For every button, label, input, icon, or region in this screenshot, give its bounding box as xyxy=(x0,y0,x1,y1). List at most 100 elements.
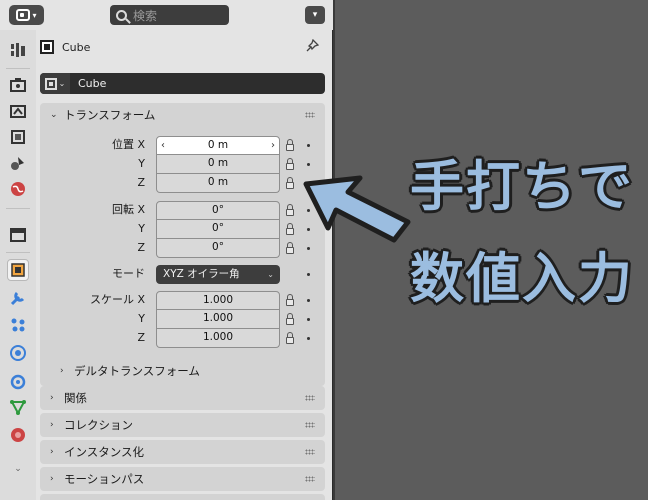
instancing-panel-header[interactable]: › インスタンス化 xyxy=(40,440,325,464)
lock-icon[interactable] xyxy=(285,332,295,344)
scale-y-field[interactable]: 1.000 xyxy=(156,310,280,329)
tabs-scroll-down[interactable]: ⌄ xyxy=(7,458,29,480)
chevron-down-icon: ⌄ xyxy=(50,110,58,120)
modifier-icon xyxy=(10,291,25,306)
object-icon xyxy=(44,77,57,90)
rotation-x-field[interactable]: 0° xyxy=(156,201,280,220)
object-icon xyxy=(11,263,25,277)
scale-z-field[interactable]: 1.000 xyxy=(156,329,280,348)
location-z-value: 0 m xyxy=(207,176,229,188)
object-browse-dropdown[interactable]: ⌄ xyxy=(40,73,70,94)
rotation-mode-row: モード XYZ オイラー角 ⌄ xyxy=(40,265,325,284)
instancing-panel[interactable]: › インスタンス化 xyxy=(40,440,325,464)
search-placeholder: 検索 xyxy=(133,8,158,23)
particles-icon xyxy=(11,318,25,332)
chevron-right-icon: › xyxy=(50,474,54,484)
location-z-label: Z xyxy=(137,176,145,189)
tab-constraints[interactable] xyxy=(7,370,29,392)
rotation-z-field[interactable]: 0° xyxy=(156,239,280,258)
keyframe-dot-icon[interactable] xyxy=(307,318,310,321)
rotation-y-row: Y 0° xyxy=(40,220,325,239)
tab-view-layer[interactable] xyxy=(7,126,29,148)
tab-collection[interactable] xyxy=(7,224,29,246)
motion-paths-panel[interactable]: › モーションパス xyxy=(40,467,325,491)
scale-y-row: Y 1.000 xyxy=(40,310,325,329)
options-dropdown[interactable]: ▾ xyxy=(305,6,325,24)
context-object-name: Cube xyxy=(62,40,91,54)
keyframe-dot-icon[interactable] xyxy=(307,299,310,302)
tab-object[interactable] xyxy=(7,259,29,281)
annotation-line2: 数値入力 xyxy=(410,247,634,310)
location-x-field[interactable]: ‹ 0 m › xyxy=(156,136,280,155)
drag-handle-icon[interactable] xyxy=(305,395,315,401)
tab-physics[interactable] xyxy=(7,342,29,364)
keyframe-dot-icon[interactable] xyxy=(307,144,310,147)
collections-panel[interactable]: › コレクション xyxy=(40,413,325,437)
rotation-x-label: 回転 X xyxy=(111,203,145,216)
tab-modifier[interactable] xyxy=(7,287,29,309)
drag-handle-icon[interactable] xyxy=(305,476,315,482)
tab-tool[interactable] xyxy=(7,39,29,61)
lock-icon[interactable] xyxy=(285,139,295,151)
scale-z-label: Z xyxy=(137,331,145,344)
search-input[interactable]: 検索 xyxy=(110,5,229,25)
motion-paths-panel-header[interactable]: › モーションパス xyxy=(40,467,325,491)
tab-world[interactable] xyxy=(7,178,29,200)
tab-output[interactable] xyxy=(7,100,29,122)
properties-editor: ▾ 検索 ▾ ⌄ Cube ⌄ Cube ⌄ トランスフォーム 位置 X ‹ 0… xyxy=(0,0,333,500)
keyframe-dot-icon[interactable] xyxy=(307,273,310,276)
rotation-y-label: Y xyxy=(138,222,145,235)
pin-icon[interactable] xyxy=(305,39,319,53)
constraints-icon xyxy=(10,374,26,390)
annotation-line1: 手打ちで xyxy=(410,155,634,218)
lock-icon[interactable] xyxy=(285,158,295,170)
keyframe-dot-icon[interactable] xyxy=(307,337,310,340)
keyframe-dot-icon[interactable] xyxy=(307,163,310,166)
decrement-arrow-icon[interactable]: ‹ xyxy=(161,137,165,154)
object-name-value: Cube xyxy=(78,77,107,90)
drag-handle-icon[interactable] xyxy=(305,422,315,428)
location-y-label: Y xyxy=(138,157,145,170)
tab-scene[interactable] xyxy=(7,152,29,174)
tab-particles[interactable] xyxy=(7,314,29,336)
chevron-down-icon: ▾ xyxy=(32,10,37,20)
editor-type-dropdown[interactable]: ▾ xyxy=(9,5,44,25)
relations-panel-header[interactable]: › 関係 xyxy=(40,386,325,410)
transform-panel-header[interactable]: ⌄ トランスフォーム xyxy=(40,103,325,127)
area-border xyxy=(333,0,335,500)
rotation-mode-select[interactable]: XYZ オイラー角 ⌄ xyxy=(156,265,280,284)
location-y-value: 0 m xyxy=(207,157,229,169)
tab-object-data[interactable] xyxy=(7,396,29,418)
delta-transform-header[interactable]: › デルタトランスフォーム xyxy=(50,359,310,383)
lock-icon[interactable] xyxy=(285,294,295,306)
rotation-z-row: Z 0° xyxy=(40,239,325,258)
collections-panel-header[interactable]: › コレクション xyxy=(40,413,325,437)
rotation-mode-label: モード xyxy=(112,267,145,280)
rotation-y-field[interactable]: 0° xyxy=(156,220,280,239)
collections-panel-title: コレクション xyxy=(64,418,133,432)
increment-arrow-icon[interactable]: › xyxy=(271,137,275,154)
drag-handle-icon[interactable] xyxy=(305,449,315,455)
lock-icon[interactable] xyxy=(285,313,295,325)
next-panel-partial[interactable] xyxy=(40,494,325,500)
object-name-field[interactable]: ⌄ Cube xyxy=(40,73,325,94)
chevron-right-icon: › xyxy=(60,366,64,376)
scale-x-field[interactable]: 1.000 xyxy=(156,291,280,310)
tab-render[interactable] xyxy=(7,74,29,96)
chevron-right-icon: › xyxy=(50,420,54,430)
scale-z-value: 1.000 xyxy=(202,331,234,343)
location-y-field[interactable]: 0 m xyxy=(156,155,280,174)
drag-handle-icon[interactable] xyxy=(305,112,315,118)
editor-header: ▾ 検索 ▾ xyxy=(0,0,333,30)
rotation-x-value: 0° xyxy=(212,204,224,216)
location-z-field[interactable]: 0 m xyxy=(156,174,280,193)
relations-panel[interactable]: › 関係 xyxy=(40,386,325,410)
tab-material[interactable] xyxy=(7,424,29,446)
context-breadcrumb: Cube xyxy=(40,38,325,56)
rotation-x-row: 回転 X 0° xyxy=(40,201,325,220)
scale-x-value: 1.000 xyxy=(202,294,234,306)
chevron-right-icon: › xyxy=(50,393,54,403)
relations-panel-title: 関係 xyxy=(64,391,87,405)
scale-y-label: Y xyxy=(138,312,145,325)
scale-x-row: スケール X 1.000 xyxy=(40,291,325,310)
